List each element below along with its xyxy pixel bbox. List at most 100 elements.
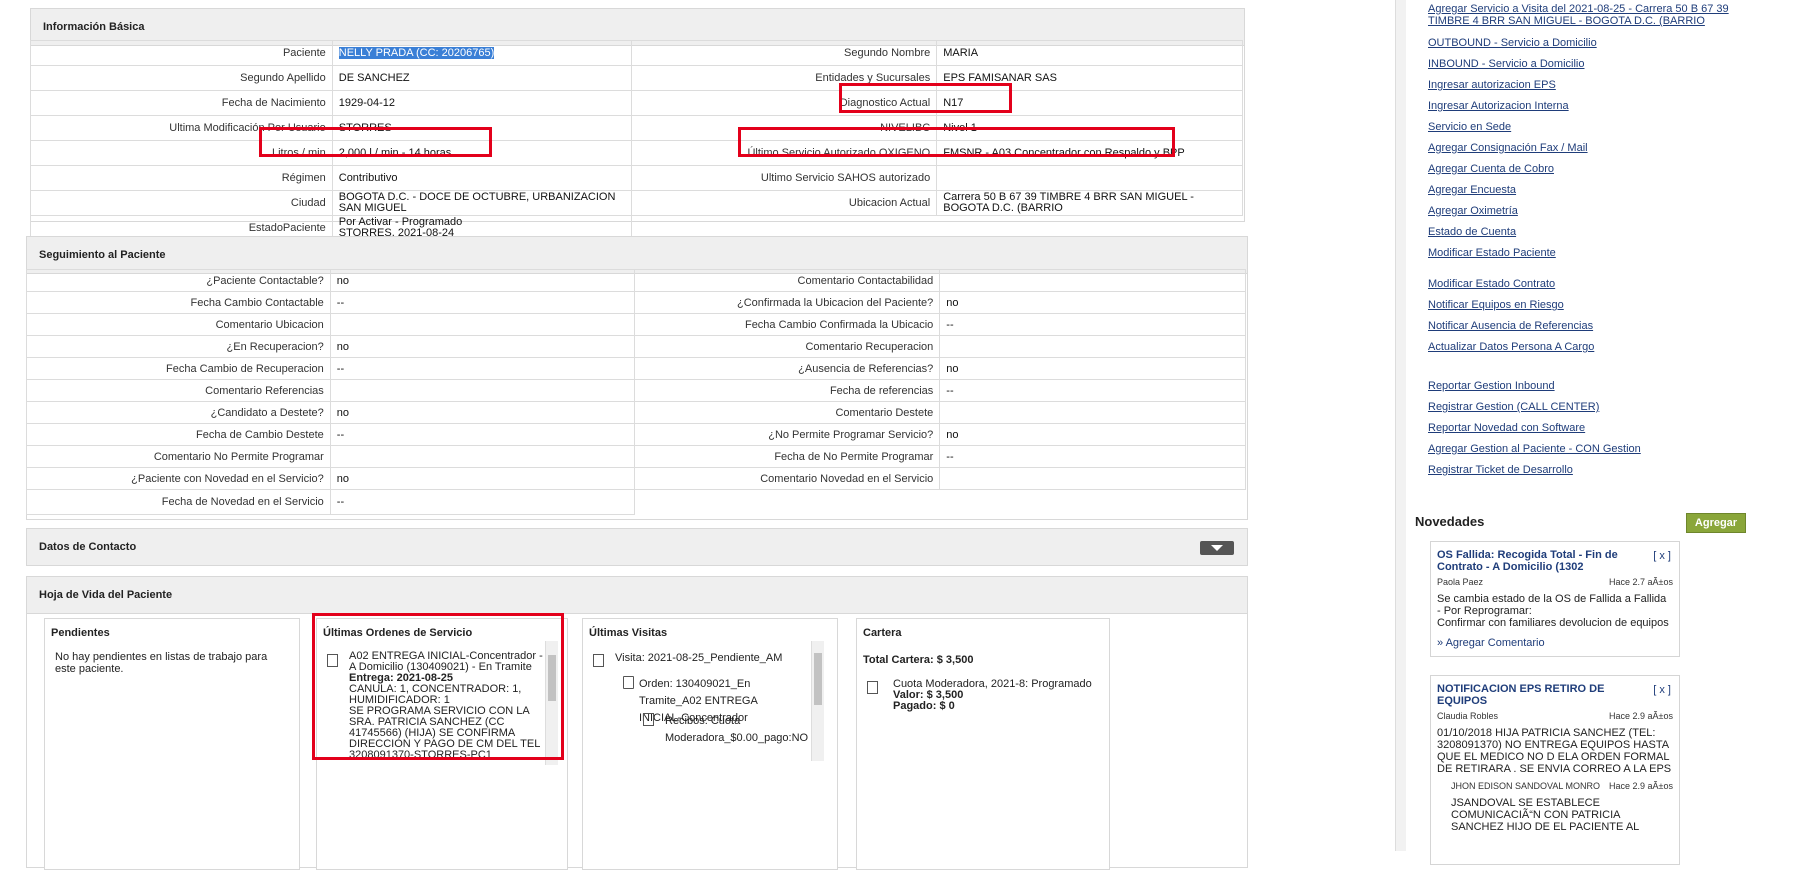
sidebar-link[interactable]: Servicio en Sede [1428, 121, 1758, 133]
field-label: ¿En Recuperacion? [26, 335, 331, 358]
seguimiento-row: Fecha Cambio Contactable -- ¿Confirmada la… [26, 291, 1246, 314]
field-value [329, 313, 635, 336]
field-label: Segundo Nombre [630, 40, 938, 66]
agregar-button[interactable]: Agregar [1686, 513, 1746, 533]
field-value: no [329, 467, 635, 490]
visita-recibos[interactable]: Recibos: Cuota Moderadora_$0.00_pago:NO [665, 713, 808, 747]
basic-row: Régimen Contributivo Ultimo Servicio SAHOS… [30, 165, 1243, 191]
sidebar-link[interactable]: OUTBOUND - Servicio a Domicilio [1428, 37, 1758, 49]
field-value [329, 445, 635, 468]
sidebar-link[interactable]: Actualizar Datos Persona A Cargo [1428, 341, 1758, 353]
close-icon[interactable]: [ x ] [1653, 550, 1671, 562]
receipt-icon [643, 713, 654, 726]
field-label: Comentario Ubicacion [26, 313, 331, 336]
cartera-total: Total Cartera: $ 3,500 [863, 654, 974, 666]
seguimiento-row: Comentario No Permite Programar Fecha de … [26, 445, 1246, 468]
sidebar-link[interactable]: Registrar Gestion (CALL CENTER) [1428, 401, 1758, 413]
field-value: no [939, 357, 1246, 380]
sidebar-link[interactable]: Notificar Equipos en Riesgo [1428, 299, 1758, 311]
expand-contacto-button[interactable] [1200, 541, 1234, 555]
chevron-down-icon [1211, 545, 1223, 551]
field-label: ¿Ausencia de Referencias? [633, 357, 941, 380]
field-value: no [329, 401, 635, 424]
contacto-panel[interactable]: Datos de Contacto [26, 528, 1248, 566]
highlight-diagnostico [839, 83, 1012, 113]
novedad-card: OS Fallida: Recogida Total - Fin de Cont… [1430, 541, 1680, 657]
field-value: DE SANCHEZ [331, 65, 632, 91]
hoja-title: Hoja de Vida del Paciente [27, 577, 1247, 614]
visitas-title: Últimas Visitas [589, 627, 668, 639]
sidebar-link[interactable]: Agregar Consignación Fax / Mail [1428, 142, 1758, 154]
field-value [939, 467, 1246, 490]
sidebar-link[interactable]: INBOUND - Servicio a Domicilio [1428, 58, 1758, 70]
sidebar-link[interactable]: Agregar Cuenta de Cobro [1428, 163, 1758, 175]
novedad-title: NOTIFICACION EPS RETIRO DE EQUIPOS [1437, 683, 1605, 707]
field-label: Fecha de Novedad en el Servicio [26, 489, 331, 515]
field-label: Fecha de Cambio Destete [26, 423, 331, 446]
novedades-title: Novedades [1415, 514, 1485, 529]
sidebar-link[interactable]: Reportar Gestion Inbound [1428, 380, 1758, 392]
field-label: ¿No Permite Programar Servicio? [633, 423, 941, 446]
sidebar-link[interactable]: Agregar Encuesta [1428, 184, 1758, 196]
field-label: Fecha de Nacimiento [30, 90, 333, 116]
visitas-scrollbar[interactable] [811, 641, 824, 761]
field-value: Carrera 50 B 67 39 TIMBRE 4 BRR SAN MIGU… [936, 190, 1243, 216]
field-label: Ciudad [30, 190, 333, 216]
pendientes-text: No hay pendientes en listas de trabajo p… [55, 651, 268, 675]
visita-link[interactable]: Visita: 2021-08-25_Pendiente_AM [615, 652, 782, 664]
sidebar-link[interactable]: Ingresar autorizacion EPS [1428, 79, 1758, 91]
field-value: -- [329, 489, 635, 515]
pendientes-box: Pendientes No hay pendientes en listas d… [44, 618, 300, 870]
empty-cell [634, 490, 940, 515]
seguimiento-row: Fecha de Cambio Destete -- ¿No Permite Pro… [26, 423, 1246, 446]
cartera-item[interactable]: Cuota Moderadora, 2021-8: Programado Val… [893, 679, 1092, 712]
sidebar-link[interactable]: Agregar Gestion al Paciente - CON Gestio… [1428, 443, 1758, 455]
seguimiento-row: ¿Paciente Contactable? no Comentario Conta… [26, 269, 1246, 292]
sidebar-link[interactable]: Reportar Novedad con Software [1428, 422, 1758, 434]
sidebar-link[interactable]: Notificar Ausencia de Referencias [1428, 320, 1758, 332]
novedad-meta: Claudia Robles Hace 2.9 aÃ±os [1437, 711, 1673, 723]
cartera-title: Cartera [863, 627, 902, 639]
field-value: NELLY PRADA (CC: 20206765) [331, 40, 632, 66]
field-value: -- [329, 291, 635, 314]
field-label: Fecha Cambio Confirmada la Ubicacio [633, 313, 941, 336]
novedad-author: Claudia Robles [1437, 711, 1499, 721]
agregar-comentario-link[interactable]: » Agregar Comentario [1437, 637, 1673, 649]
field-label: Comentario No Permite Programar [26, 445, 331, 468]
sidebar-link[interactable]: Modificar Estado Paciente [1428, 247, 1758, 259]
field-value: -- [329, 423, 635, 446]
basic-row: Fecha de Nacimiento 1929-04-12 Diagnostico… [30, 90, 1243, 116]
sidebar-link[interactable]: Agregar Oximetría [1428, 205, 1758, 217]
visitas-box: Últimas Visitas Visita: 2021-08-25_Pendi… [582, 618, 838, 870]
sidebar-link[interactable]: Ingresar Autorizacion Interna [1428, 100, 1758, 112]
basic-row: Ciudad BOGOTA D.C. - DOCE DE OCTUBRE, URB… [30, 190, 1243, 216]
novedad-card: NOTIFICACION EPS RETIRO DE EQUIPOS [ x ]… [1430, 675, 1680, 865]
field-label: ¿Candidato a Destete? [26, 401, 331, 424]
sidebar-link[interactable]: Estado de Cuenta [1428, 226, 1758, 238]
field-label: Comentario Destete [633, 401, 941, 424]
seguimiento-row: ¿Candidato a Destete? no Comentario Destet… [26, 401, 1246, 424]
highlight-ultimo-servicio [738, 127, 1175, 157]
document-icon [867, 681, 878, 694]
close-icon[interactable]: [ x ] [1653, 684, 1671, 696]
field-label: Fecha de No Permite Programar [633, 445, 941, 468]
sidebar-link[interactable]: Registrar Ticket de Desarrollo [1428, 464, 1758, 476]
field-value: no [939, 423, 1246, 446]
seguimiento-row: ¿En Recuperacion? no Comentario Recuperaci… [26, 335, 1246, 358]
field-label: Paciente [30, 40, 333, 66]
field-value: -- [329, 357, 635, 380]
sidebar-link[interactable]: Modificar Estado Contrato [1428, 278, 1758, 290]
seguimiento-row: Comentario Referencias Fecha de referenci… [26, 379, 1246, 402]
patient-name-selected[interactable]: NELLY PRADA (CC: 20206765) [338, 47, 495, 59]
seguimiento-row: Fecha de Novedad en el Servicio -- [26, 489, 1246, 515]
comment-author: JHON EDISON SANDOVAL MONRO [1451, 781, 1601, 791]
field-value: no [329, 269, 635, 292]
seguimiento-row: ¿Paciente con Novedad en el Servicio? no C… [26, 467, 1246, 490]
comment-body: JSANDOVAL SE ESTABLECE COMUNICACIÃ“N CON… [1451, 797, 1640, 833]
empty-cell [940, 490, 1246, 515]
field-label: ¿Paciente Contactable? [26, 269, 331, 292]
sidebar-link[interactable]: Agregar Servicio a Visita del 2021-08-25… [1428, 3, 1758, 27]
main-content: Información Básica Paciente NELLY PRADA (… [0, 0, 1395, 870]
field-value: Contributivo [331, 165, 632, 191]
field-value: no [329, 335, 635, 358]
